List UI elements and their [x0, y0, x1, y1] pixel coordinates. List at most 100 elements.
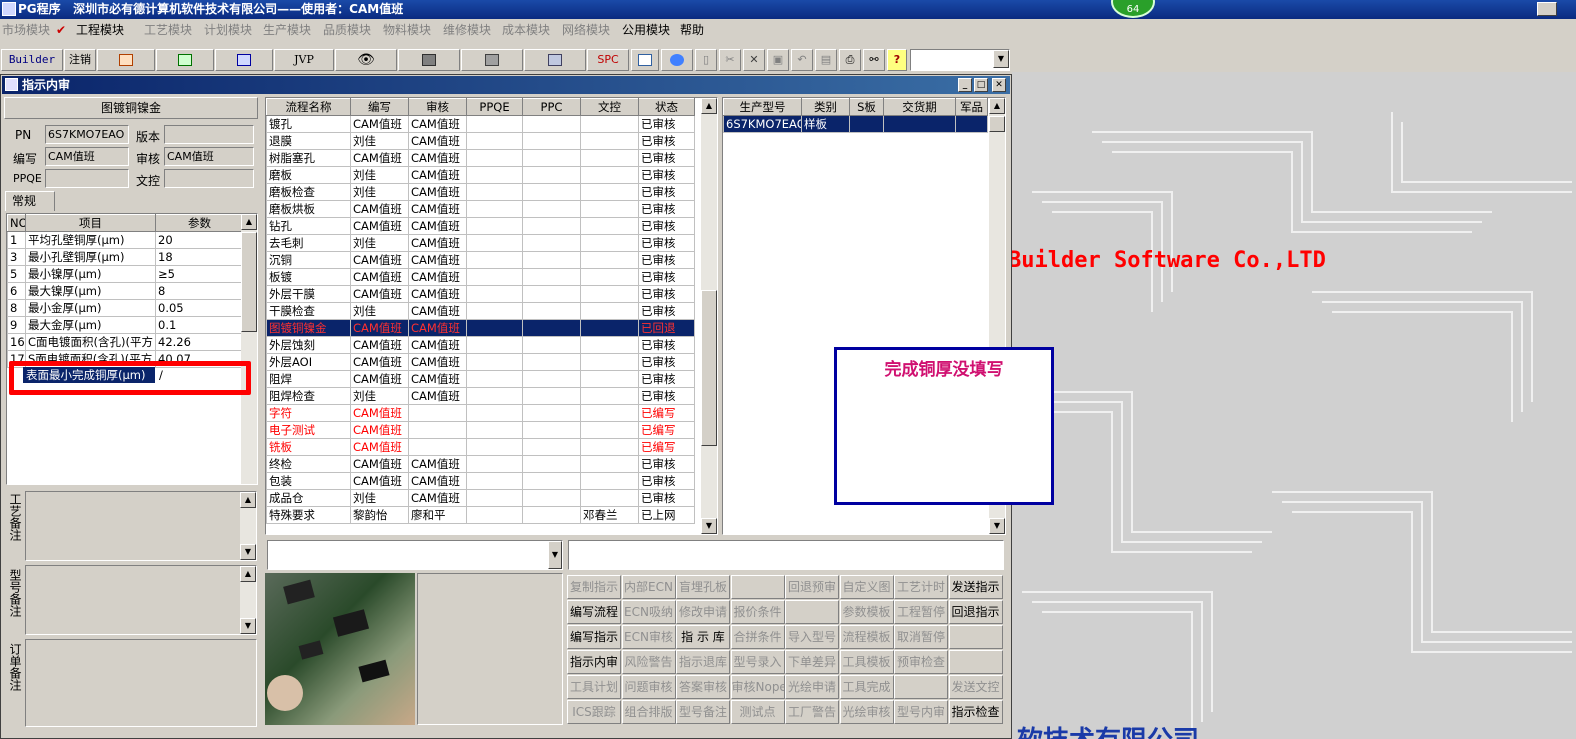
chevron-down-icon[interactable]: ▼ [548, 541, 562, 569]
process-writer-cell[interactable]: CAM值班 [350, 455, 409, 473]
toolbar-combo[interactable]: ▼ [910, 49, 1010, 71]
process-name-cell[interactable]: 磨板烘板 [266, 200, 351, 218]
spc-button[interactable]: SPC [587, 49, 629, 71]
process-writer-cell[interactable]: 黎韵怡 [350, 506, 409, 524]
logout-button[interactable]: 注销 [64, 49, 96, 71]
process-reviewer-cell[interactable]: CAM值班 [408, 353, 467, 371]
process-ppqe-cell[interactable] [466, 370, 523, 388]
menu-plan[interactable]: 计划模块 [204, 19, 252, 41]
action-button[interactable]: 工厂警告 [785, 700, 839, 724]
scroll-up-icon[interactable]: ▲ [701, 98, 717, 114]
process-ppqe-cell[interactable] [466, 251, 523, 269]
close-button[interactable]: ✕ [992, 78, 1006, 92]
process-ppqe-cell[interactable] [466, 302, 523, 320]
scroll-thumb[interactable] [701, 290, 717, 446]
process-reviewer-cell[interactable]: CAM值班 [408, 132, 467, 150]
process-reviewer-cell[interactable]: CAM值班 [408, 149, 467, 167]
process-reviewer-cell[interactable]: CAM值班 [408, 370, 467, 388]
process-ppc-cell[interactable] [522, 353, 581, 371]
globe-icon[interactable] [661, 49, 693, 71]
process-doc-cell[interactable] [580, 472, 639, 490]
process-doc-cell[interactable] [580, 234, 639, 252]
process-note-field[interactable]: ▲ ▼ [25, 491, 257, 561]
process-ppqe-cell[interactable] [466, 217, 523, 235]
col-reviewer[interactable]: 审核 [408, 98, 467, 116]
process-row[interactable]: 成品仓 刘佳 CAM值班 已审核 [266, 489, 695, 507]
process-row[interactable]: 镀孔 CAM值班 CAM值班 已审核 [266, 115, 695, 133]
process-name-cell[interactable]: 树脂塞孔 [266, 149, 351, 167]
process-ppc-cell[interactable] [522, 421, 581, 439]
process-row[interactable]: 包装 CAM值班 CAM值班 已审核 [266, 472, 695, 490]
process-ppc-cell[interactable] [522, 438, 581, 456]
process-name-cell[interactable]: 退膜 [266, 132, 351, 150]
process-doc-cell[interactable] [580, 115, 639, 133]
param-scrollbar[interactable]: ▲ [241, 214, 257, 484]
process-writer-cell[interactable]: CAM值班 [350, 472, 409, 490]
menu-public[interactable]: 公用模块 [622, 19, 670, 41]
action-button[interactable]: ECN吸纳 [621, 600, 676, 624]
action-button[interactable]: 审核Nope [730, 675, 785, 699]
process-ppc-cell[interactable] [522, 200, 581, 218]
col-item[interactable]: 项目 [25, 214, 156, 232]
process-ppqe-cell[interactable] [466, 183, 523, 201]
process-row[interactable]: 退膜 刘佳 CAM值班 已审核 [266, 132, 695, 150]
action-button[interactable]: 导入型号 [785, 625, 839, 649]
process-status-cell[interactable]: 已审核 [638, 132, 695, 150]
process-writer-cell[interactable]: CAM值班 [350, 285, 409, 303]
scroll-up-icon[interactable]: ▲ [240, 492, 256, 508]
action-button[interactable]: 指示退库 [676, 650, 730, 674]
process-row[interactable]: 沉铜 CAM值班 CAM值班 已审核 [266, 251, 695, 269]
action-button[interactable]: 合拼条件 [730, 625, 785, 649]
menu-production[interactable]: 生产模块 [263, 19, 311, 41]
param-param-cell[interactable]: ≥5 [155, 265, 244, 283]
process-writer-cell[interactable]: CAM值班 [350, 149, 409, 167]
preview-icon[interactable]: ▤ [815, 49, 837, 71]
scroll-up-icon[interactable]: ▲ [241, 214, 257, 230]
menu-material[interactable]: 物料模块 [383, 19, 431, 41]
process-ppc-cell[interactable] [522, 370, 581, 388]
scroll-up-icon[interactable]: ▲ [989, 98, 1005, 114]
param-param-cell[interactable]: 18 [155, 248, 244, 266]
remark-input[interactable] [568, 540, 1004, 570]
process-doc-cell[interactable] [580, 353, 639, 371]
process-status-cell[interactable]: 已审核 [638, 234, 695, 252]
process-name-cell[interactable]: 外层干膜 [266, 285, 351, 303]
process-name-cell[interactable]: 电子测试 [266, 421, 351, 439]
doc-control-field[interactable] [164, 169, 254, 188]
tab-general[interactable]: 常规 [5, 191, 55, 211]
process-name-cell[interactable]: 字符 [266, 404, 351, 422]
scroll-down-icon[interactable]: ▼ [240, 618, 256, 634]
process-doc-cell[interactable] [580, 217, 639, 235]
action-button[interactable]: 回退预审 [785, 575, 839, 599]
param-row[interactable]: 1 平均孔壁铜厚(μm) 20 [7, 231, 244, 249]
process-name-cell[interactable]: 成品仓 [266, 489, 351, 507]
process-reviewer-cell[interactable] [408, 438, 467, 456]
process-status-cell[interactable]: 已审核 [638, 370, 695, 388]
process-writer-cell[interactable]: CAM值班 [350, 268, 409, 286]
process-ppc-cell[interactable] [522, 183, 581, 201]
process-row[interactable]: 特殊要求 黎韵怡 廖和平 邓春兰 已上网 [266, 506, 695, 524]
process-reviewer-cell[interactable] [408, 404, 467, 422]
process-status-cell[interactable]: 已审核 [638, 472, 695, 490]
scroll-thumb[interactable] [241, 232, 257, 332]
process-doc-cell[interactable] [580, 438, 639, 456]
pn-field[interactable]: 6S7KMO7EAO [45, 125, 129, 144]
col-model[interactable]: 生产型号 [723, 98, 802, 116]
action-button[interactable] [948, 650, 1003, 674]
process-ppc-cell[interactable] [522, 506, 581, 524]
writer-field[interactable]: CAM值班 [45, 147, 129, 166]
process-ppqe-cell[interactable] [466, 438, 523, 456]
param-param-cell[interactable]: 20 [155, 231, 244, 249]
network-icon[interactable] [461, 49, 523, 71]
process-writer-cell[interactable]: CAM值班 [350, 421, 409, 439]
action-button[interactable]: 答案审核 [676, 675, 730, 699]
process-ppqe-cell[interactable] [466, 421, 523, 439]
param-row[interactable]: 9 最大金厚(μm) 0.1 [7, 316, 244, 334]
process-ppqe-cell[interactable] [466, 234, 523, 252]
param-row[interactable]: 16 C面电镀面积(含孔)(平方 42.26 [7, 333, 244, 351]
process-status-cell[interactable]: 已审核 [638, 217, 695, 235]
process-row[interactable]: 干膜检查 刘佳 CAM值班 已审核 [266, 302, 695, 320]
process-ppqe-cell[interactable] [466, 115, 523, 133]
param-no-cell[interactable]: 8 [7, 299, 26, 317]
process-ppc-cell[interactable] [522, 132, 581, 150]
